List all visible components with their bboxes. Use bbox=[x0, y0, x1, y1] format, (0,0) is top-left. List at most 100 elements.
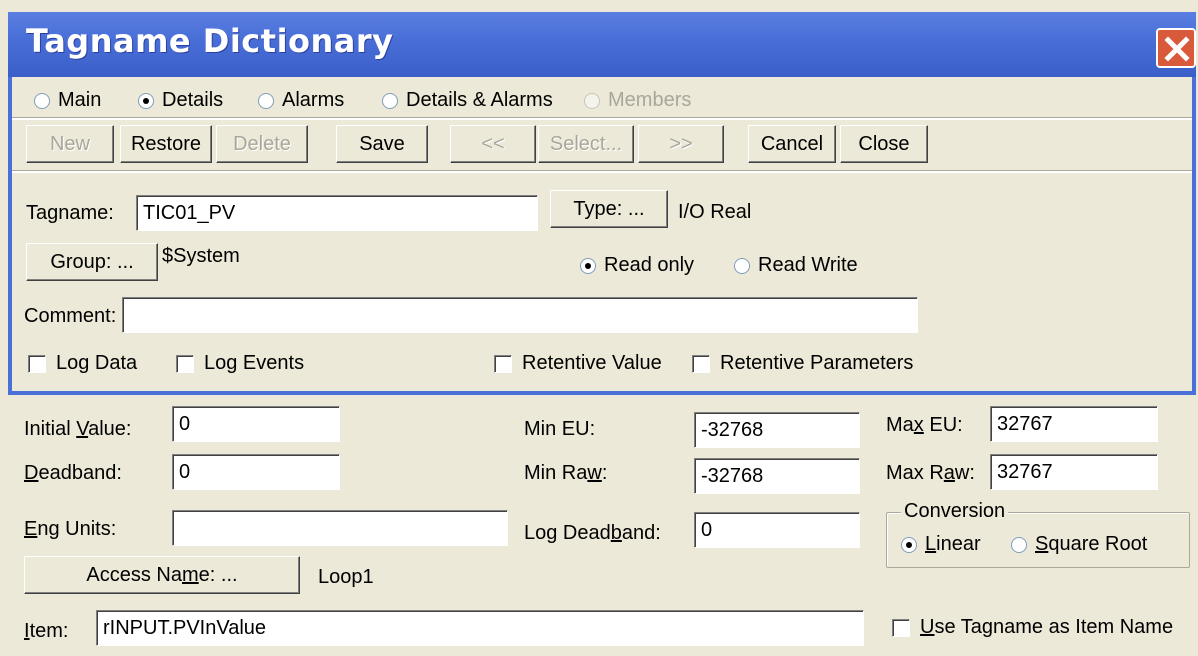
delete-button[interactable]: Delete bbox=[216, 125, 308, 163]
previous-button[interactable]: << bbox=[450, 125, 536, 163]
log-deadband-label: Log Deadband: bbox=[524, 522, 661, 544]
min-raw-input[interactable]: -32768 bbox=[694, 458, 860, 494]
log-data-box[interactable] bbox=[28, 354, 46, 373]
radio-members-label: Members bbox=[608, 89, 692, 111]
tagname-dictionary-window: Tagname Dictionary Main Details Alarms D… bbox=[0, 0, 1198, 656]
radio-linear-dot[interactable] bbox=[901, 536, 917, 553]
save-button-label: Save bbox=[359, 132, 405, 155]
comment-label: Comment: bbox=[24, 305, 117, 327]
max-raw-label: Max Raw: bbox=[886, 462, 975, 484]
use-tagname-checkbox[interactable]: Use Tagname as Item Name bbox=[892, 616, 1173, 639]
access-name-button[interactable]: Access Name: ... bbox=[24, 556, 300, 594]
delete-button-label: Delete bbox=[233, 132, 291, 155]
radio-read-write-dot[interactable] bbox=[734, 257, 750, 274]
next-button-label: >> bbox=[669, 132, 693, 155]
item-input[interactable]: rINPUT.PVInValue bbox=[96, 610, 864, 646]
access-name-button-label: Access Name: ... bbox=[86, 563, 238, 586]
min-raw-label: Min Raw: bbox=[524, 462, 608, 484]
cancel-button-label: Cancel bbox=[760, 132, 824, 155]
min-eu-input[interactable]: -32768 bbox=[694, 412, 860, 448]
eng-units-input[interactable] bbox=[172, 510, 508, 546]
radio-square-root-dot[interactable] bbox=[1011, 536, 1027, 553]
deadband-input[interactable]: 0 bbox=[172, 454, 340, 490]
radio-main-dot[interactable] bbox=[34, 92, 50, 109]
retentive-parameters-label: Retentive Parameters bbox=[720, 352, 914, 374]
item-label: Item: bbox=[24, 620, 69, 642]
min-eu-label: Min EU: bbox=[524, 418, 596, 440]
initial-value-label: Initial Value: bbox=[24, 418, 132, 440]
window-title: Tagname Dictionary bbox=[26, 22, 394, 60]
close-button-label: Close bbox=[858, 132, 910, 155]
tagname-label: Tagname: bbox=[26, 202, 114, 224]
save-button[interactable]: Save bbox=[336, 125, 428, 163]
radio-alarms[interactable]: Alarms bbox=[258, 89, 344, 112]
radio-details-alarms-dot[interactable] bbox=[382, 92, 398, 109]
radio-members-dot bbox=[584, 92, 600, 109]
radio-members: Members bbox=[584, 89, 691, 112]
tagname-input[interactable]: TIC01_PV bbox=[136, 195, 538, 231]
radio-read-write[interactable]: Read Write bbox=[734, 254, 858, 277]
comment-input[interactable] bbox=[122, 297, 918, 333]
log-deadband-input[interactable]: 0 bbox=[694, 512, 860, 548]
log-events-checkbox[interactable]: Log Events bbox=[176, 352, 304, 375]
deadband-label: Deadband: bbox=[24, 462, 122, 484]
radio-read-write-label: Read Write bbox=[758, 254, 858, 276]
retentive-value-box[interactable] bbox=[494, 354, 512, 373]
group-value: $System bbox=[162, 245, 240, 267]
title-bar[interactable]: Tagname Dictionary bbox=[8, 12, 1196, 77]
radio-alarms-dot[interactable] bbox=[258, 92, 274, 109]
radio-linear-label: Linear bbox=[925, 533, 981, 555]
log-events-label: Log Events bbox=[204, 352, 305, 374]
previous-button-label: << bbox=[481, 132, 505, 155]
retentive-parameters-checkbox[interactable]: Retentive Parameters bbox=[692, 352, 913, 375]
radio-square-root-label: Square Root bbox=[1035, 533, 1148, 555]
group-button[interactable]: Group: ... bbox=[26, 243, 158, 281]
radio-read-only-dot[interactable] bbox=[580, 257, 596, 274]
radio-read-only[interactable]: Read only bbox=[580, 254, 694, 277]
radio-details[interactable]: Details bbox=[138, 89, 223, 112]
conversion-group: Conversion Linear Square Root bbox=[886, 500, 1190, 568]
select-button[interactable]: Select... bbox=[538, 125, 634, 163]
radio-main-label: Main bbox=[58, 89, 102, 111]
eng-units-label: Eng Units: bbox=[24, 518, 117, 540]
separator bbox=[12, 170, 1192, 173]
new-button[interactable]: New bbox=[26, 125, 114, 163]
radio-details-dot[interactable] bbox=[138, 92, 154, 109]
radio-alarms-label: Alarms bbox=[282, 89, 345, 111]
type-value: I/O Real bbox=[678, 201, 752, 223]
group-button-label: Group: ... bbox=[50, 250, 134, 273]
select-button-label: Select... bbox=[549, 132, 623, 155]
separator bbox=[12, 117, 1192, 120]
type-button-label: Type: ... bbox=[573, 197, 645, 220]
type-button[interactable]: Type: ... bbox=[550, 190, 668, 228]
retentive-parameters-box[interactable] bbox=[692, 354, 710, 373]
max-raw-input[interactable]: 32767 bbox=[990, 454, 1158, 490]
radio-main[interactable]: Main bbox=[34, 89, 101, 112]
radio-details-alarms[interactable]: Details & Alarms bbox=[382, 89, 553, 112]
close-button[interactable]: Close bbox=[840, 125, 928, 163]
cancel-button[interactable]: Cancel bbox=[748, 125, 836, 163]
max-eu-label: Max EU: bbox=[886, 414, 963, 436]
radio-details-alarms-label: Details & Alarms bbox=[406, 89, 553, 111]
radio-read-only-label: Read only bbox=[604, 254, 695, 276]
next-button[interactable]: >> bbox=[638, 125, 724, 163]
retentive-value-checkbox[interactable]: Retentive Value bbox=[494, 352, 662, 375]
log-data-label: Log Data bbox=[56, 352, 138, 374]
radio-details-label: Details bbox=[162, 89, 224, 111]
conversion-title: Conversion bbox=[901, 500, 1009, 523]
max-eu-input[interactable]: 32767 bbox=[990, 406, 1158, 442]
radio-linear[interactable]: Linear bbox=[901, 533, 981, 556]
close-icon bbox=[1164, 36, 1190, 62]
restore-button-label: Restore bbox=[130, 132, 202, 155]
close-window-button[interactable] bbox=[1156, 28, 1196, 68]
use-tagname-box[interactable] bbox=[892, 618, 910, 637]
use-tagname-label: Use Tagname as Item Name bbox=[920, 616, 1174, 638]
log-events-box[interactable] bbox=[176, 354, 194, 373]
log-data-checkbox[interactable]: Log Data bbox=[28, 352, 137, 375]
access-name-value: Loop1 bbox=[318, 566, 374, 588]
retentive-value-label: Retentive Value bbox=[522, 352, 662, 374]
radio-square-root[interactable]: Square Root bbox=[1011, 533, 1147, 556]
initial-value-input[interactable]: 0 bbox=[172, 406, 340, 442]
new-button-label: New bbox=[49, 132, 90, 155]
restore-button[interactable]: Restore bbox=[120, 125, 212, 163]
